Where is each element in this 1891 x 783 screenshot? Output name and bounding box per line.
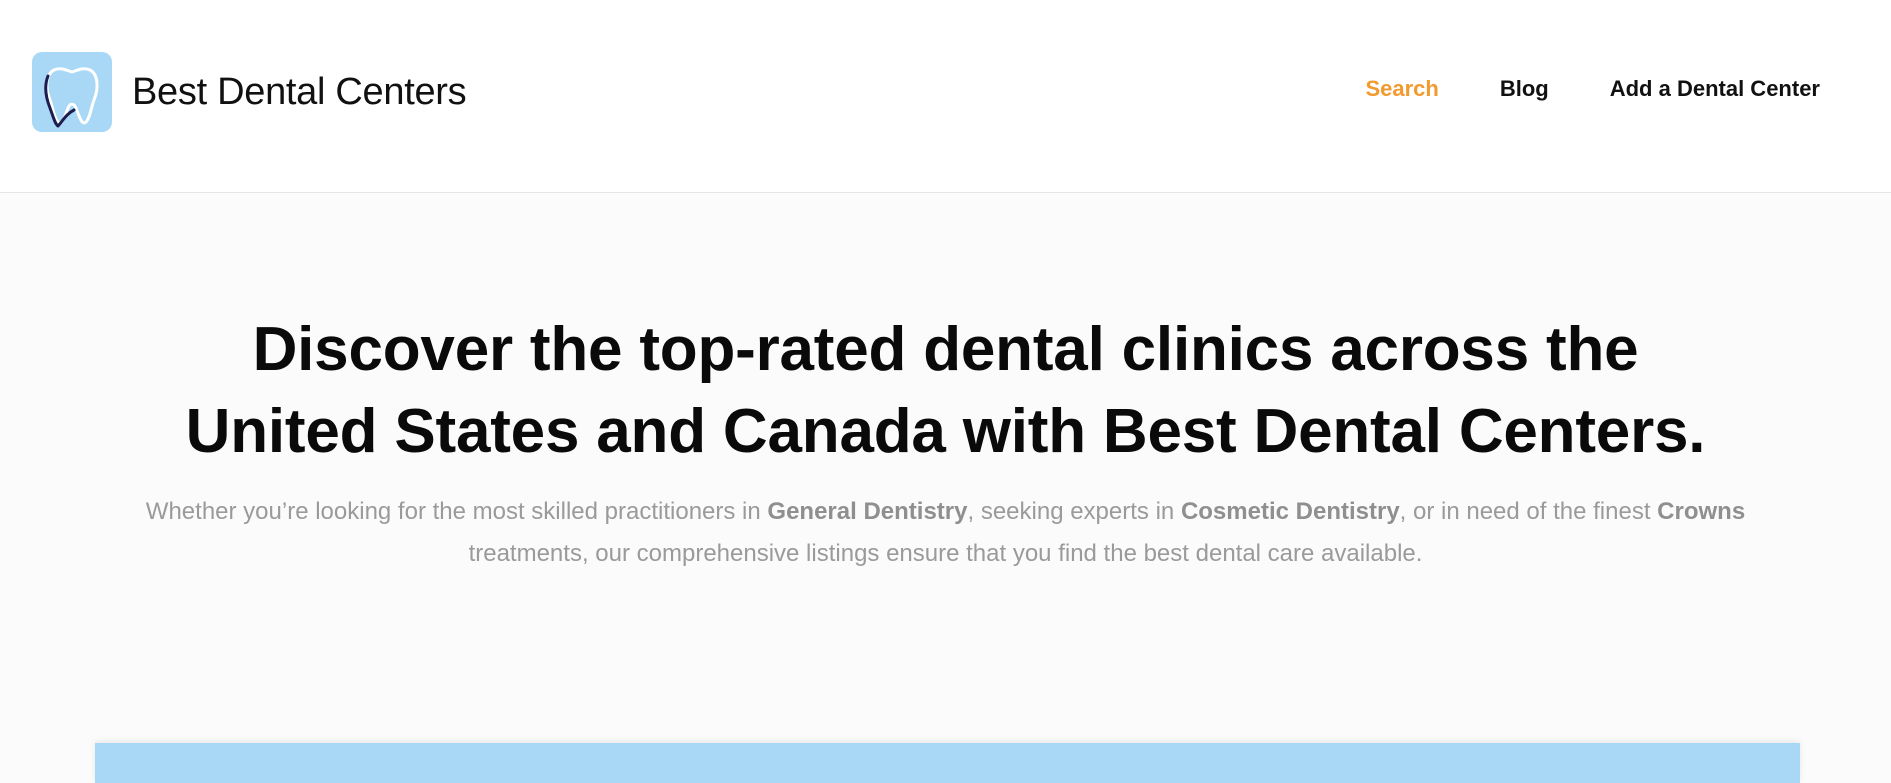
nav-add-dental-center-link[interactable]: Add a Dental Center: [1610, 76, 1820, 102]
main-nav: Search Blog Add a Dental Center: [1365, 76, 1820, 102]
hero-sub-text: treatments, our comprehensive listings e…: [468, 540, 1423, 567]
brand-name-bold: Dental Centers: [217, 70, 467, 113]
hero-sub-highlight: General Dentistry: [767, 498, 968, 525]
hero-title: Discover the top-rated dental clinics ac…: [0, 309, 1891, 473]
brand-name: Best Dental Centers: [132, 70, 467, 114]
brand-name-light: Best: [132, 70, 207, 113]
hero-sub-highlight: Crowns: [1657, 498, 1746, 525]
hero-sub-text: , or in need of the finest: [1399, 498, 1658, 525]
site-header: Best Dental Centers Search Blog Add a De…: [0, 0, 1891, 193]
hero-section: Discover the top-rated dental clinics ac…: [0, 193, 1891, 575]
hero-title-line1: Discover the top-rated dental clinics ac…: [252, 315, 1639, 384]
nav-blog-link[interactable]: Blog: [1500, 76, 1549, 102]
hero-sub-text: , seeking experts in: [967, 498, 1181, 525]
search-panel: [95, 743, 1800, 783]
tooth-icon: [32, 52, 112, 132]
hero-sub-text: Whether you’re looking for the most skil…: [145, 498, 768, 525]
hero-sub-highlight: Cosmetic Dentistry: [1180, 498, 1400, 525]
hero-title-line2: United States and Canada with Best Denta…: [185, 397, 1706, 466]
hero-subtitle: Whether you’re looking for the most skil…: [126, 491, 1766, 575]
brand-logo-link[interactable]: Best Dental Centers: [32, 52, 467, 132]
nav-search-link[interactable]: Search: [1365, 76, 1438, 102]
